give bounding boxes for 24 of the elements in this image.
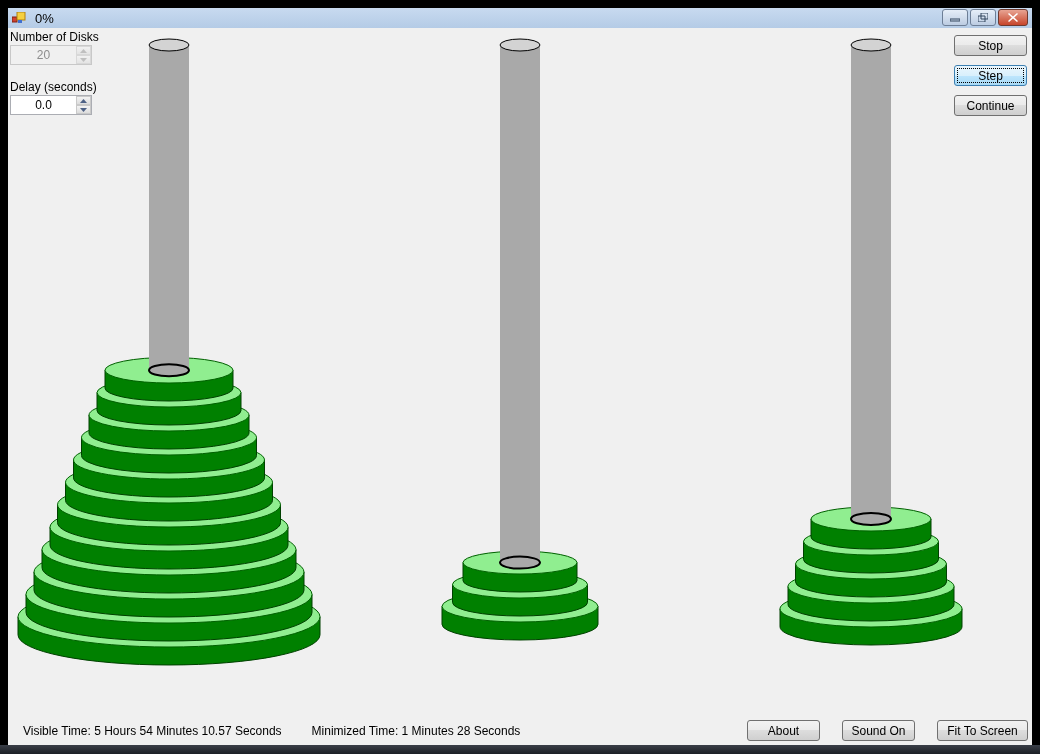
minimize-button[interactable] [942, 9, 968, 26]
number-spinner[interactable]: 0.0 [10, 95, 92, 115]
caret-down-icon [80, 57, 87, 62]
command-button[interactable]: Stop [954, 35, 1027, 56]
caret-up-icon [80, 48, 87, 53]
restore-button[interactable] [970, 9, 996, 26]
command-button[interactable]: Step [954, 65, 1027, 86]
command-button[interactable]: Sound On [842, 720, 915, 741]
app-icon [12, 12, 26, 24]
close-button[interactable] [998, 9, 1028, 26]
command-button[interactable]: Fit To Screen [937, 720, 1028, 741]
spinner-label: Number of Disks [10, 30, 99, 45]
spinner-label: Delay (seconds) [10, 80, 98, 95]
command-button[interactable]: Continue [954, 95, 1027, 116]
minimized-time-text: Minimized Time: 1 Minutes 28 Seconds [311, 723, 521, 738]
restore-icon [978, 13, 988, 22]
caret-up-icon [80, 98, 87, 103]
visible-time-text: Visible Time: 5 Hours 54 Minutes 10.57 Seconds [23, 723, 282, 738]
caret-down-icon [80, 107, 87, 112]
spin-down-button[interactable] [76, 105, 91, 114]
spin-up-button[interactable] [76, 96, 91, 105]
command-button[interactable]: About [747, 720, 820, 741]
close-icon [1008, 13, 1018, 22]
window-title: 0% [35, 10, 54, 26]
